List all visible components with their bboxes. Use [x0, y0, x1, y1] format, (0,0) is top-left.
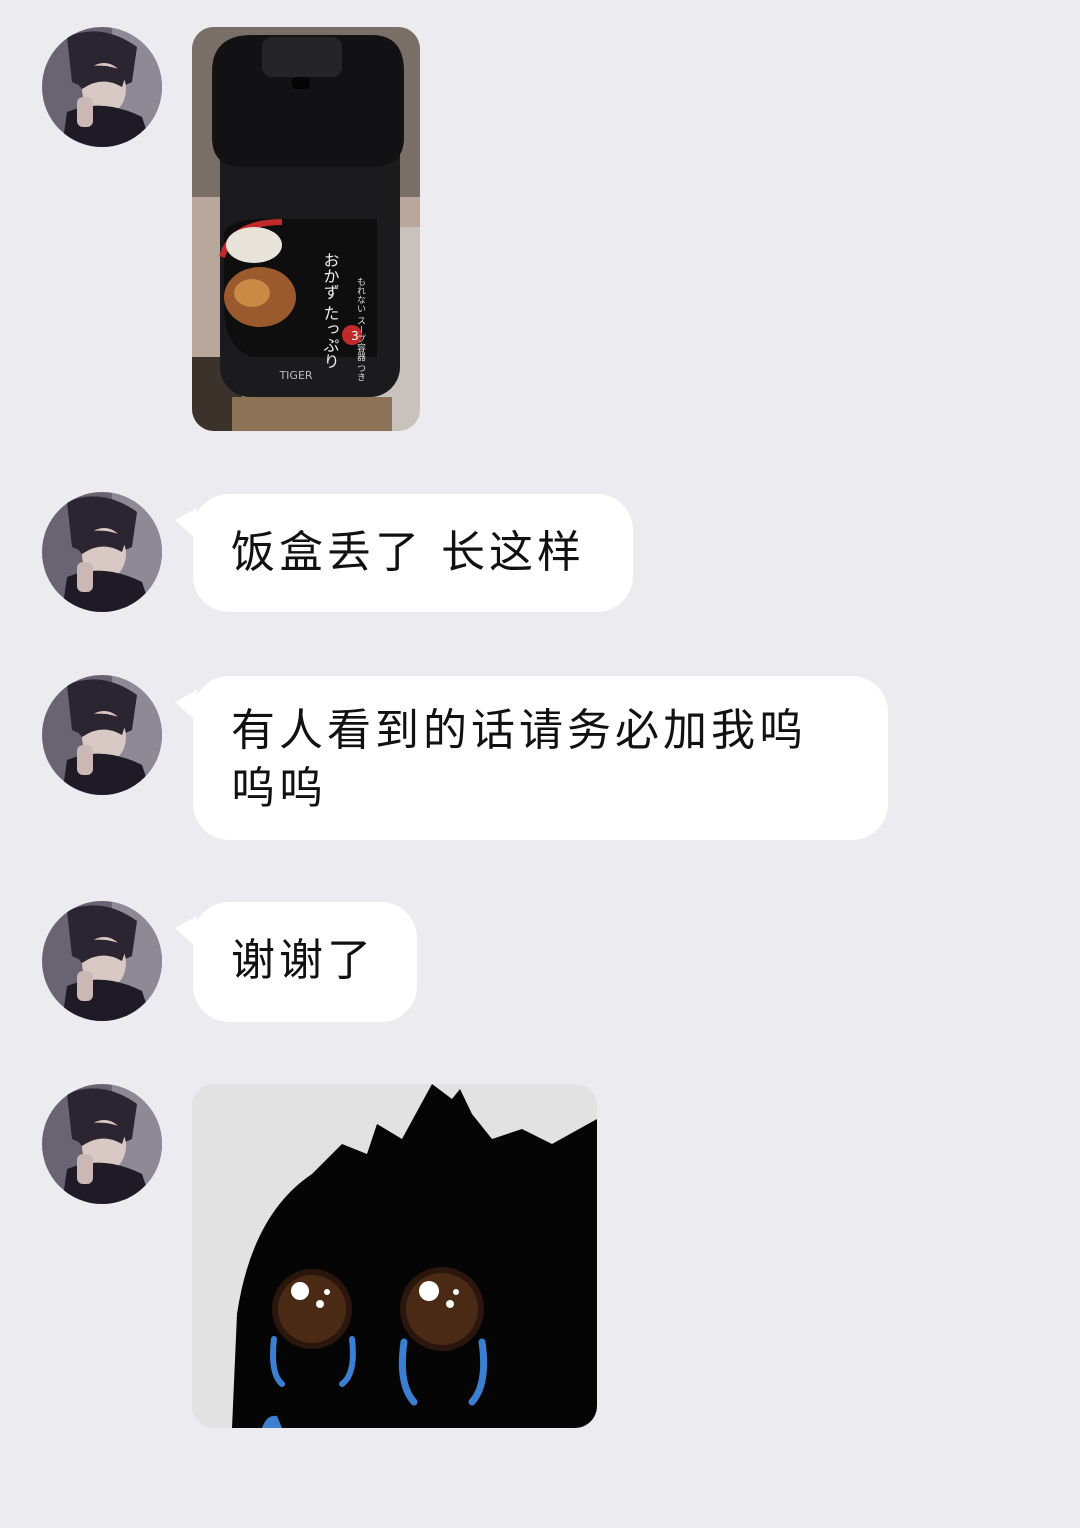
sender-avatar[interactable] — [42, 27, 162, 147]
thermos-photo: 3 おかず たっぷり もれない スープ容器 つき TIGER — [192, 27, 420, 431]
bubble-tail — [175, 916, 197, 948]
avatar-image — [42, 1084, 162, 1204]
avatar-image — [42, 492, 162, 612]
avatar-image — [42, 27, 162, 147]
sender-avatar[interactable] — [42, 675, 162, 795]
crying-cat-sticker — [192, 1084, 597, 1428]
message-text: 饭盒丢了 长这样 — [231, 527, 585, 578]
photo-brand: TIGER — [278, 369, 312, 382]
avatar-image — [42, 901, 162, 1021]
bubble-tail — [175, 690, 197, 722]
message-text: 谢谢了 — [231, 935, 375, 986]
bubble-tail — [175, 508, 197, 540]
message-sticker-crying-cat[interactable] — [192, 1084, 597, 1428]
message-bubble[interactable]: 饭盒丢了 长这样 — [175, 494, 633, 612]
sender-avatar[interactable] — [42, 901, 162, 1021]
photo-label-main: おかず たっぷり — [321, 252, 340, 369]
sender-avatar[interactable] — [42, 492, 162, 612]
message-bubble[interactable]: 有人看到的话请务必加我呜呜呜 — [175, 676, 888, 840]
message-bubble[interactable]: 谢谢了 — [175, 902, 417, 1022]
photo-label-sub: もれない スープ容器 つき — [355, 277, 366, 382]
avatar-image — [42, 675, 162, 795]
message-text: 有人看到的话请务必加我呜呜呜 — [231, 705, 807, 814]
sender-avatar[interactable] — [42, 1084, 162, 1204]
message-image-thermos[interactable]: 3 おかず たっぷり もれない スープ容器 つき TIGER — [192, 27, 420, 431]
